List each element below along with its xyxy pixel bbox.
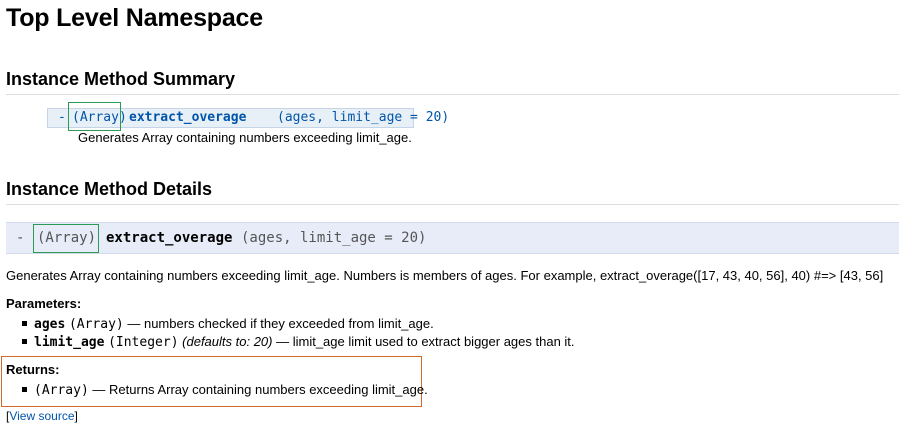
page-title: Top Level Namespace [6,4,263,32]
summary-signature[interactable]: - (Array) extract_overage (ages, limit_a… [47,102,449,131]
param-name: ages [34,317,66,332]
visibility-marker: - [58,110,66,125]
return-type: (Array) [34,383,89,398]
bullet-icon [22,339,27,345]
details-return-type: (Array) [37,230,97,246]
view-source-link[interactable]: View source [9,409,74,423]
parameters-heading: Parameters: [6,296,82,311]
summary-docstring: Generates Array containing numbers excee… [78,130,412,145]
param-type: (Integer) [108,335,179,350]
bracket-close: ] [74,409,78,423]
details-signature: - (Array) extract_overage (ages, limit_a… [6,222,899,254]
summary-divider [6,94,899,95]
returns-item: (Array) — Returns Array containing numbe… [22,381,428,399]
details-docstring: Generates Array containing numbers excee… [6,268,884,283]
param-default: (defaults to: 20) [182,334,273,349]
summary-return-type: (Array) [72,110,127,125]
param-desc: — numbers checked if they exceeded from … [127,316,434,331]
view-source: [View source] [6,409,78,423]
returns-heading: Returns: [6,362,60,377]
bullet-icon [22,321,27,327]
details-params: (ages, limit_age = 20) [241,230,427,246]
param-item-ages: ages (Array) — numbers checked if they e… [22,315,434,333]
bullet-icon [22,387,27,393]
param-desc: — limit_age limit used to extract bigger… [276,334,575,349]
param-name: limit_age [34,335,105,350]
summary-heading: Instance Method Summary [6,69,236,89]
summary-method-link[interactable]: extract_overage [129,109,246,127]
details-heading: Instance Method Details [6,179,213,199]
return-desc: — Returns Array containing numbers excee… [92,382,428,397]
summary-params: (ages, limit_age = 20) [277,110,450,125]
details-divider [6,204,899,205]
param-item-limit-age: limit_age (Integer) (defaults to: 20) — … [22,333,575,351]
visibility-marker: - [16,230,25,246]
details-method-name: extract_overage [106,230,233,246]
param-type: (Array) [68,317,124,332]
